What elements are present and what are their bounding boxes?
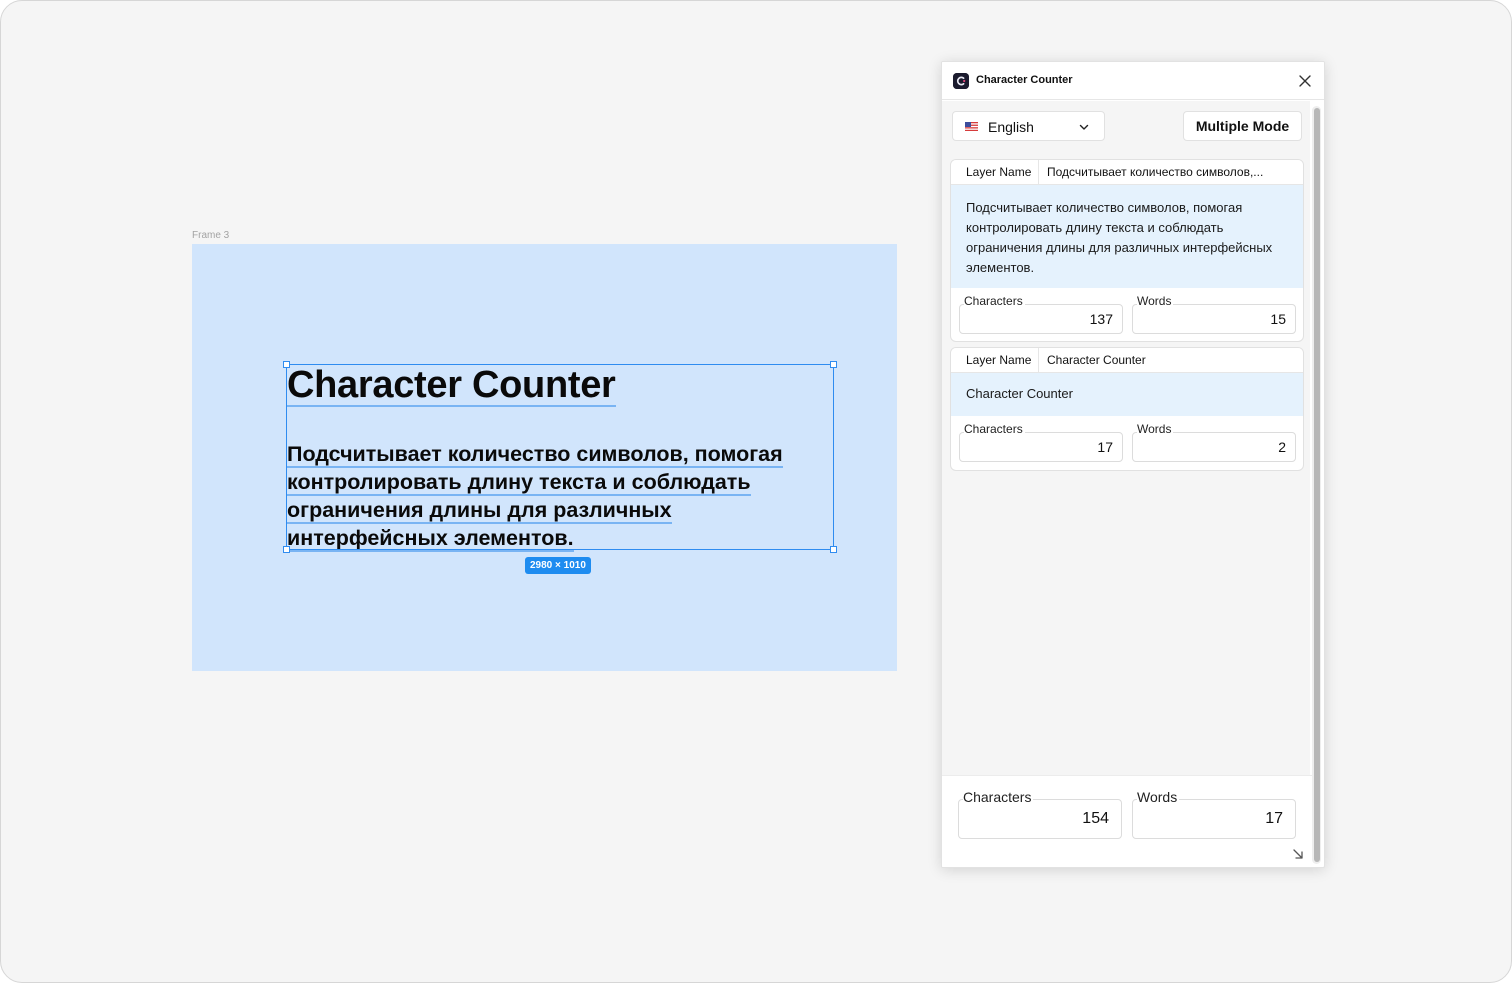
scrollbar-thumb[interactable] bbox=[1314, 108, 1320, 862]
resize-corner-icon[interactable] bbox=[1291, 847, 1305, 861]
character-counter-logo-icon bbox=[953, 73, 969, 89]
total-words-label: Words bbox=[1137, 789, 1180, 805]
words-count-field: 2 bbox=[1132, 432, 1296, 462]
selection-box[interactable] bbox=[283, 361, 837, 553]
layer-name-row: Layer Name Character Counter bbox=[951, 348, 1303, 373]
frame-label[interactable]: Frame 3 bbox=[192, 230, 229, 241]
words-count-field: 15 bbox=[1132, 304, 1296, 334]
design-canvas[interactable]: Frame 3 Character Counter Подсчитывает к… bbox=[0, 0, 1512, 983]
panel-title: Character Counter bbox=[976, 74, 1073, 86]
resize-handle-top-right[interactable] bbox=[830, 361, 837, 368]
layer-name-label: Layer Name bbox=[951, 160, 1039, 185]
total-words-field: 17 bbox=[1132, 799, 1296, 839]
panel-header: Character Counter bbox=[942, 62, 1324, 100]
total-characters-label: Characters bbox=[963, 789, 1034, 805]
close-icon[interactable] bbox=[1298, 74, 1312, 88]
us-flag-icon bbox=[965, 122, 978, 131]
words-label: Words bbox=[1137, 294, 1174, 308]
totals-footer: 154 Characters 17 Words bbox=[942, 775, 1312, 867]
total-characters-field: 154 bbox=[958, 799, 1122, 839]
words-label: Words bbox=[1137, 422, 1174, 436]
layer-text-preview: Подсчитывает количество символов, помога… bbox=[951, 185, 1303, 288]
characters-label: Characters bbox=[964, 294, 1025, 308]
characters-count-field: 137 bbox=[959, 304, 1123, 334]
layer-card: Layer Name Подсчитывает количество симво… bbox=[950, 159, 1304, 342]
layer-name-label: Layer Name bbox=[951, 348, 1039, 373]
size-badge: 2980 × 1010 bbox=[525, 557, 591, 574]
language-select[interactable]: English bbox=[952, 111, 1105, 141]
layer-text-preview: Character Counter bbox=[951, 373, 1303, 416]
resize-handle-bottom-left[interactable] bbox=[283, 546, 290, 553]
resize-handle-bottom-right[interactable] bbox=[830, 546, 837, 553]
characters-count-field: 17 bbox=[959, 432, 1123, 462]
layer-name-value[interactable]: Character Counter bbox=[1047, 348, 1297, 373]
resize-handle-top-left[interactable] bbox=[283, 361, 290, 368]
layer-name-row: Layer Name Подсчитывает количество симво… bbox=[951, 160, 1303, 185]
language-label: English bbox=[988, 119, 1034, 135]
layer-card: Layer Name Character Counter Character C… bbox=[950, 347, 1304, 471]
characters-label: Characters bbox=[964, 422, 1025, 436]
character-counter-panel: Character Counter English Multiple Mode bbox=[941, 61, 1325, 868]
multiple-mode-button[interactable]: Multiple Mode bbox=[1183, 111, 1302, 141]
layer-name-value[interactable]: Подсчитывает количество символов,... bbox=[1047, 160, 1297, 185]
chevron-down-icon bbox=[1079, 124, 1089, 130]
